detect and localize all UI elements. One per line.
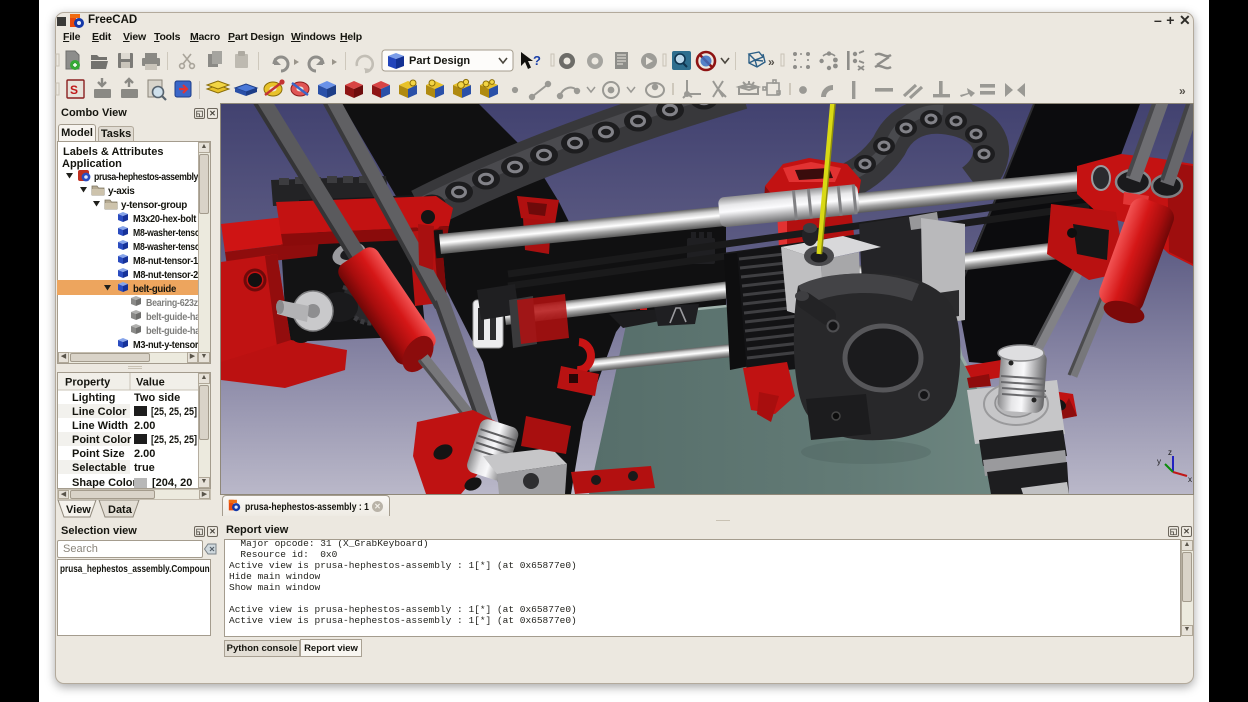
svg-text:Lighting: Lighting — [72, 392, 115, 404]
svg-text:?: ? — [533, 53, 541, 68]
svg-text:true: true — [134, 462, 155, 474]
svg-text:Application: Application — [62, 158, 122, 170]
svg-text:View: View — [66, 504, 91, 516]
svg-text:S: S — [70, 83, 78, 97]
svg-text:Two side: Two side — [134, 392, 180, 404]
svg-text:Selectable: Selectable — [72, 462, 126, 474]
svg-text:belt-guide-ha: belt-guide-ha — [146, 312, 198, 323]
svg-text:Property: Property — [65, 377, 111, 389]
svg-text:[204, 20: [204, 20 — [152, 477, 192, 488]
svg-text:Value: Value — [136, 377, 165, 389]
svg-text:M8-washer-tensor: M8-washer-tensor — [133, 228, 198, 239]
svg-text:belt-guide-ha: belt-guide-ha — [146, 326, 198, 337]
svg-text:belt-guide: belt-guide — [133, 284, 177, 295]
svg-text:y: y — [1157, 457, 1161, 466]
svg-text:M3x20-hex-bolt: M3x20-hex-bolt — [133, 214, 197, 225]
svg-text:[25, 25, 25]: [25, 25, 25] — [151, 406, 197, 418]
svg-text:Data: Data — [108, 504, 133, 516]
svg-text:2.00: 2.00 — [134, 448, 155, 460]
svg-text:Point Size: Point Size — [72, 448, 125, 460]
svg-text:»: » — [768, 55, 775, 69]
svg-text:Point Color: Point Color — [72, 434, 132, 446]
svg-text:M8-nut-tensor-1: M8-nut-tensor-1 — [133, 256, 198, 267]
svg-text:prusa-hephestos-assembly: prusa-hephestos-assembly — [94, 172, 198, 183]
svg-text:[25, 25, 25]: [25, 25, 25] — [151, 434, 197, 446]
svg-text:y-axis: y-axis — [108, 186, 135, 197]
svg-text:M8-nut-tensor-2: M8-nut-tensor-2 — [133, 270, 198, 281]
svg-text:Bearing-623zz: Bearing-623zz — [146, 298, 198, 309]
svg-text:Line Color: Line Color — [72, 406, 127, 418]
svg-text:y-tensor-group: y-tensor-group — [121, 200, 187, 211]
svg-text:Part Design: Part Design — [409, 55, 470, 67]
svg-text:M8-washer-tensor: M8-washer-tensor — [133, 242, 198, 253]
svg-text:z: z — [1168, 448, 1172, 457]
svg-text:M3-nut-y-tensor-: M3-nut-y-tensor- — [133, 340, 198, 351]
svg-text:2.00: 2.00 — [134, 420, 155, 432]
svg-text:»: » — [1179, 84, 1186, 98]
svg-text:x: x — [1188, 475, 1192, 484]
svg-text:Shape Color: Shape Color — [72, 477, 138, 488]
svg-text:Line Width: Line Width — [72, 420, 128, 432]
